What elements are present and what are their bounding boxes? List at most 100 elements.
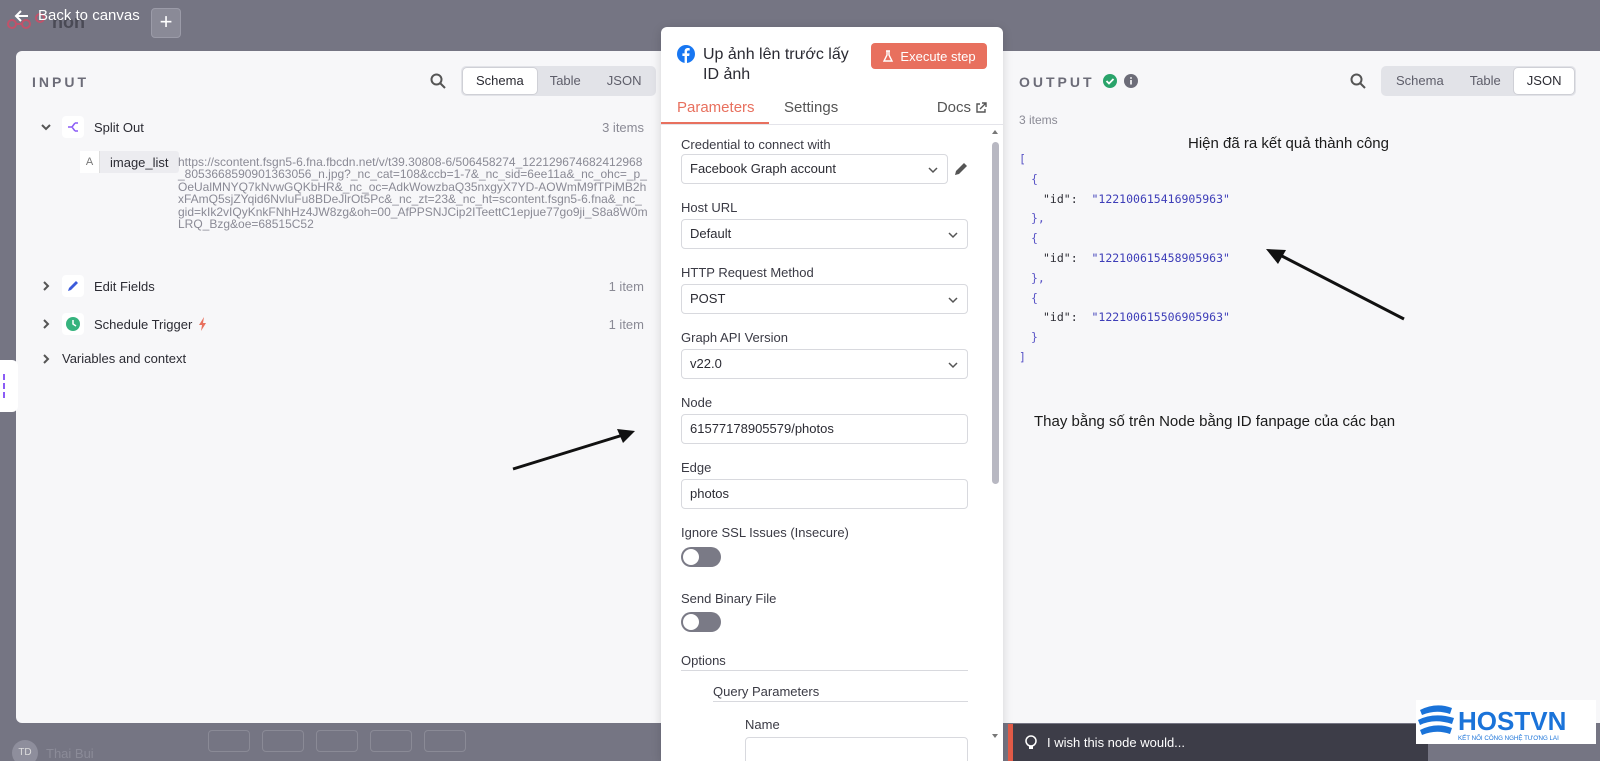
json-output[interactable]: [ { "id": "122100615416905963" }, { "id"… [1019,150,1230,368]
node-name: Split Out [94,119,144,135]
info-icon[interactable] [1124,74,1138,88]
output-view-switch: Schema Table JSON [1381,66,1577,96]
toolbar-button[interactable] [208,730,250,752]
json-key: "id" [1043,310,1071,325]
tab-parameters[interactable]: Parameters [677,99,755,116]
query-divider [713,701,968,702]
scrollbar-thumb[interactable] [992,142,999,484]
field-name: image_list [110,154,169,170]
feedback-label: I wish this node would... [1047,735,1186,750]
toolbar-button[interactable] [316,730,358,752]
chevron-right-icon[interactable] [40,353,52,365]
chevron-down-icon [928,167,938,174]
credential-select[interactable]: Facebook Graph account [681,154,948,184]
graph-version-value: v22.0 [690,356,722,371]
active-tab-indicator [661,122,769,124]
brand-name: HOSTVN [1458,706,1566,736]
docs-link[interactable]: Docs [937,99,987,116]
input-view-table[interactable]: Table [537,68,594,94]
credential-value: Facebook Graph account [690,161,836,176]
facebook-icon [677,45,695,63]
toolbar-button[interactable] [424,730,466,752]
chevron-down-icon[interactable] [40,121,52,133]
variables-and-context[interactable]: Variables and context [40,351,644,366]
json-entry: "id": "122100615506905963" [1043,310,1230,325]
ignore-ssl-toggle[interactable] [681,547,721,567]
toolbar-button[interactable] [370,730,412,752]
back-to-canvas-link[interactable]: Back to canvas [14,7,140,24]
user-avatar[interactable]: TD [12,740,38,761]
toolbar-button[interactable] [262,730,304,752]
split-out-icon [62,116,84,138]
edge-input[interactable]: photos [681,479,968,509]
json-brace: { [1031,231,1038,246]
field-value: https://scontent.fsgn5-6.fna.fbcdn.net/v… [178,155,648,232]
chevron-right-icon[interactable] [40,280,52,292]
node-header: Up ảnh lên trước lấy ID ảnh Execute step [661,27,1003,95]
clock-icon [62,313,84,335]
panel-resize-handle[interactable] [0,360,18,412]
node-field-value: 61577178905579/photos [690,421,834,436]
item-count: 1 item [608,316,644,332]
item-count: 1 item [608,278,644,294]
host-url-select[interactable]: Default [681,219,968,249]
node-field-label: Node [681,395,713,410]
json-key: "id" [1043,191,1071,206]
input-view-json[interactable]: JSON [594,68,655,94]
flask-icon [883,50,894,62]
schema-node-edit-fields[interactable]: Edit Fields 1 item [40,275,644,297]
search-icon[interactable] [1350,73,1366,89]
query-parameters-label: Query Parameters [713,684,820,699]
options-divider [681,670,968,671]
json-id-value: "122100615416905963" [1091,191,1230,206]
node-field-input[interactable]: 61577178905579/photos [681,414,968,444]
variables-label: Variables and context [62,351,187,366]
json-entry: "id": "122100615416905963" [1043,191,1230,206]
arrow-left-icon [14,9,28,22]
hostvn-logo: HOSTVN KẾT NỐI CÔNG NGHỆ TƯƠNG LAI [1416,700,1596,744]
chevron-down-icon [948,297,958,304]
input-view-switch: Schema Table JSON [461,66,657,96]
string-type-icon: A [80,151,100,173]
back-label: Back to canvas [38,7,140,24]
send-binary-toggle[interactable] [681,612,721,632]
chevron-right-icon[interactable] [40,318,52,330]
output-view-schema[interactable]: Schema [1383,68,1457,94]
schema-node-schedule-trigger[interactable]: Schedule Trigger 1 item [40,313,644,335]
add-node-button[interactable]: + [151,8,181,38]
json-id-value: "122100615458905963" [1091,250,1230,265]
credential-label: Credential to connect with [681,137,831,152]
http-method-value: POST [690,291,726,306]
name-label: Name [745,717,780,732]
edit-credential-icon[interactable] [953,161,969,177]
user-name: Thai Bui [46,746,94,761]
arrow-annotation-node [512,429,635,471]
node-name: Edit Fields [94,278,155,294]
output-view-table[interactable]: Table [1457,68,1514,94]
execute-step-button[interactable]: Execute step [871,43,987,69]
json-key: "id" [1043,250,1071,265]
input-view-schema[interactable]: Schema [463,68,537,94]
feedback-bar[interactable]: I wish this node would... [1008,724,1428,761]
pencil-icon [62,275,84,297]
json-brace: }, [1031,270,1045,285]
tab-settings[interactable]: Settings [784,99,838,116]
search-icon[interactable] [430,73,446,89]
http-method-select[interactable]: POST [681,284,968,314]
lightbulb-icon [1025,734,1037,749]
json-entry: "id": "122100615458905963" [1043,250,1230,265]
graph-version-label: Graph API Version [681,330,788,345]
schema-field[interactable]: A image_list [80,151,179,173]
query-name-input[interactable] [745,737,968,761]
edge-label: Edge [681,460,712,475]
graph-version-select[interactable]: v22.0 [681,349,968,379]
success-annotation: Hiện đã ra kết quả thành công [1188,135,1389,152]
item-count: 3 items [602,119,644,135]
docs-label: Docs [936,99,971,116]
schema-node-split-out[interactable]: Split Out 3 items [40,116,644,138]
output-panel-label: OUTPUT [1019,74,1095,90]
input-panel: INPUT Schema Table JSON Split Out 3 item… [16,51,661,723]
output-view-json[interactable]: JSON [1513,68,1575,94]
node-title[interactable]: Up ảnh lên trước lấy ID ảnh [703,45,863,85]
edge-value: photos [690,486,730,501]
